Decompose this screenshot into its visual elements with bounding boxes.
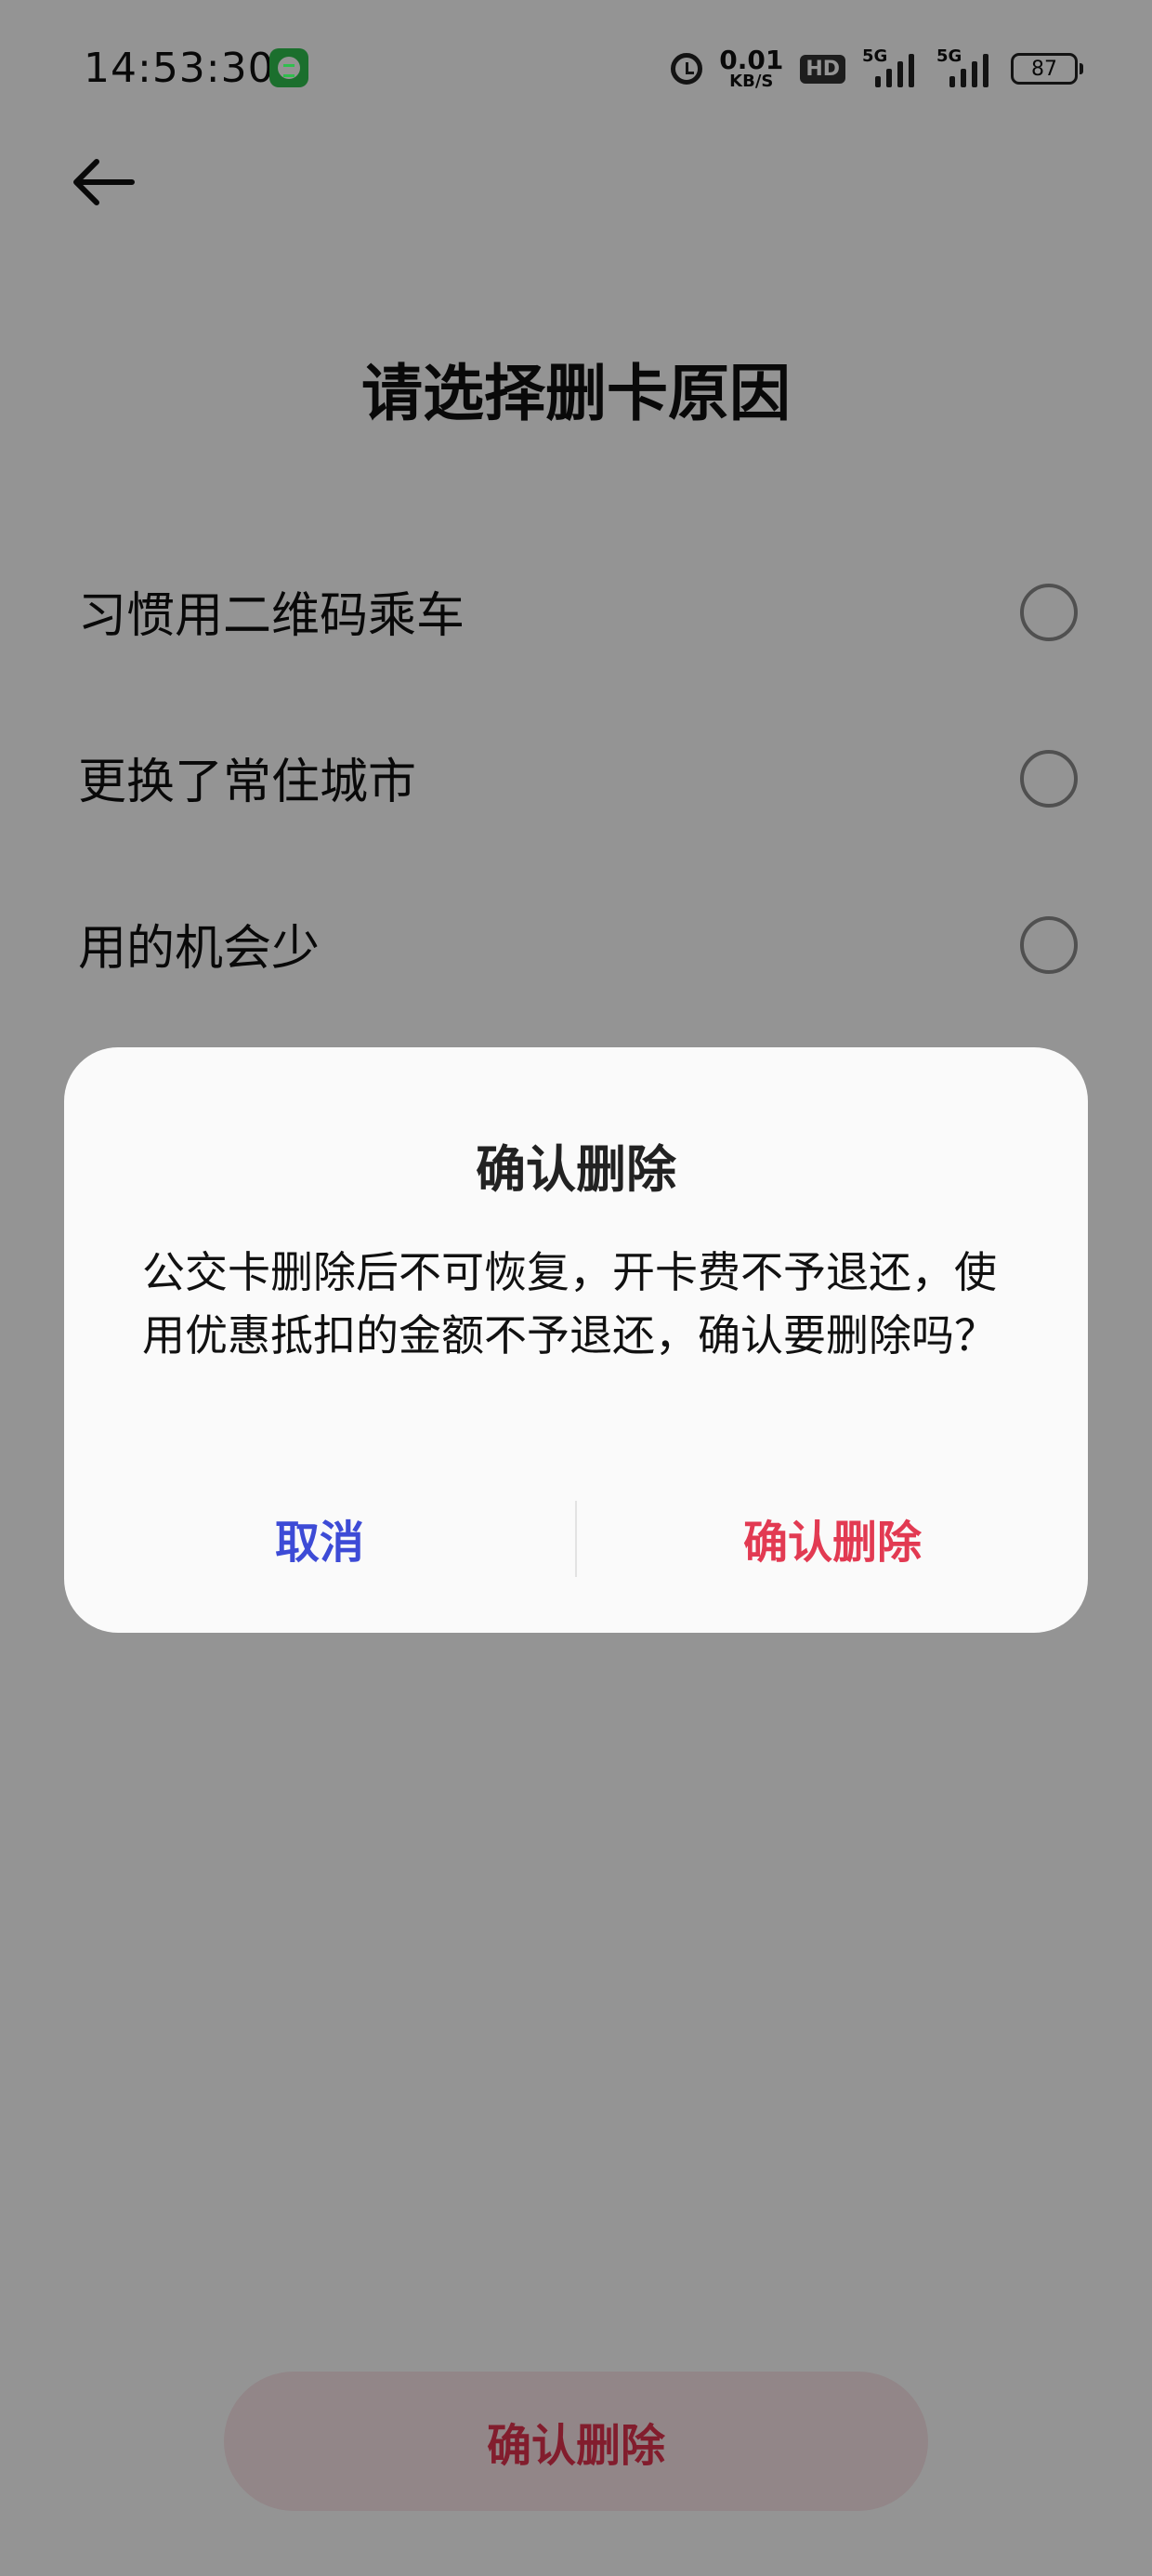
cancel-button[interactable]: 取消	[64, 1493, 575, 1583]
confirm-delete-dialog: 确认删除 公交卡删除后不可恢复，开卡费不予退还，使用优惠抵扣的金额不予退还，确认…	[64, 1047, 1088, 1633]
dialog-confirm-delete-button[interactable]: 确认删除	[577, 1493, 1088, 1583]
dialog-message: 公交卡删除后不可恢复，开卡费不予退还，使用优惠抵扣的金额不予退还，确认要删除吗？	[142, 1247, 997, 1360]
dialog-title: 确认删除	[476, 1140, 676, 1199]
dialog-actions: 取消 确认删除	[64, 1493, 1088, 1583]
